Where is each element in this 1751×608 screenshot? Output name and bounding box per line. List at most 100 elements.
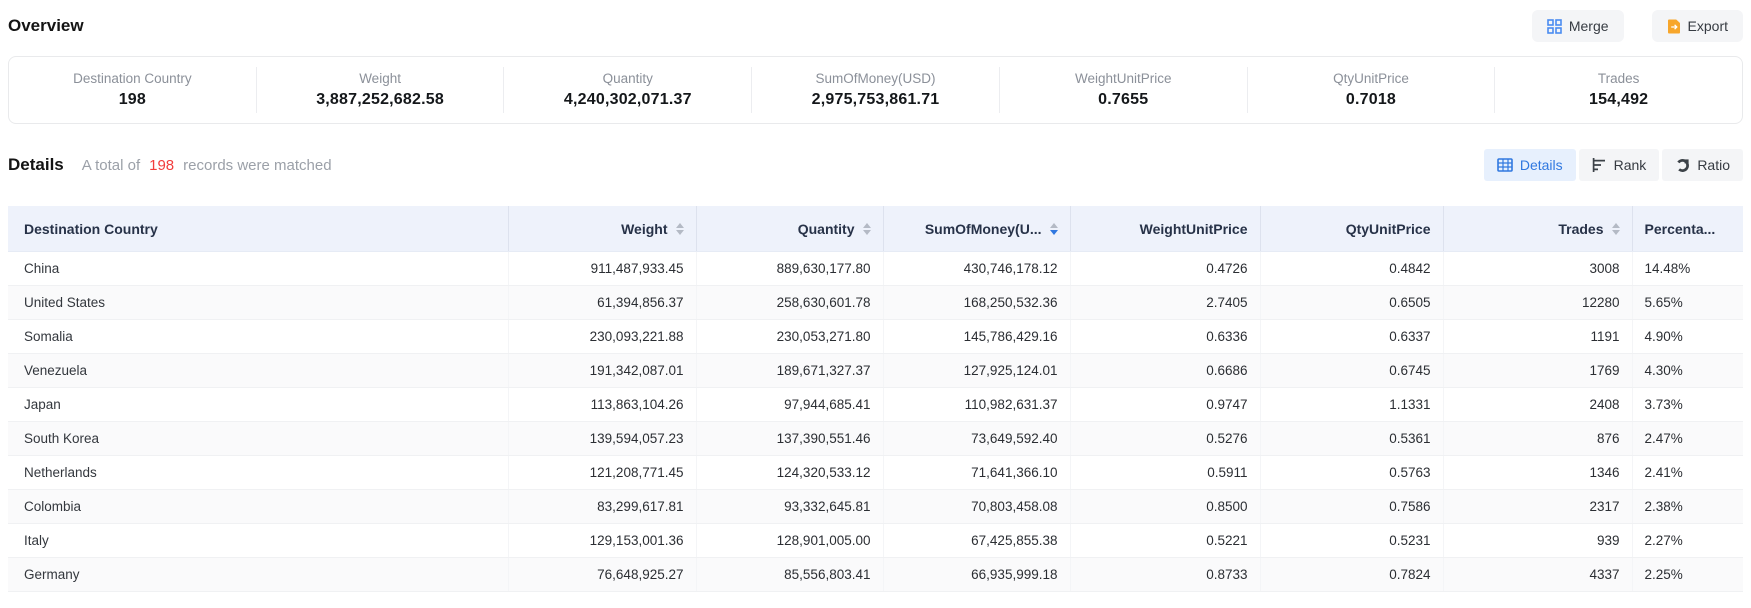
merge-button[interactable]: Merge xyxy=(1532,10,1624,42)
data-cell-quantity: 137,390,551.46 xyxy=(696,422,883,456)
data-cell-qtyunitprice: 0.6337 xyxy=(1260,320,1443,354)
data-cell-percenta: 2.41% xyxy=(1632,456,1743,490)
view-switcher: Details Rank Ratio xyxy=(1484,149,1743,181)
sort-carets-icon xyxy=(863,223,871,235)
stat-value: 0.7655 xyxy=(1098,91,1148,109)
column-label: Quantity xyxy=(798,221,855,237)
data-cell-weightunitprice: 0.6686 xyxy=(1070,354,1260,388)
export-button-label: Export xyxy=(1688,18,1728,34)
match-summary: A total of 198 records were matched xyxy=(82,157,332,174)
data-cell-percenta: 2.47% xyxy=(1632,422,1743,456)
country-cell: United States xyxy=(8,286,508,320)
stat-label: SumOfMoney(USD) xyxy=(816,71,936,86)
data-cell-weight: 113,863,104.26 xyxy=(508,388,696,422)
data-cell-weight: 76,648,925.27 xyxy=(508,558,696,592)
data-cell-trades: 1346 xyxy=(1443,456,1632,490)
data-cell-quantity: 97,944,685.41 xyxy=(696,388,883,422)
pie-chart-icon xyxy=(1675,158,1690,173)
column-label: WeightUnitPrice xyxy=(1140,221,1248,237)
data-cell-percenta: 4.30% xyxy=(1632,354,1743,388)
data-cell-sumofmoney-u: 67,425,855.38 xyxy=(883,524,1070,558)
data-cell-weight: 121,208,771.45 xyxy=(508,456,696,490)
data-cell-percenta: 2.27% xyxy=(1632,524,1743,558)
table-grid-icon xyxy=(1497,158,1513,172)
data-cell-qtyunitprice: 0.6745 xyxy=(1260,354,1443,388)
table-row-china: China911,487,933.45889,630,177.80430,746… xyxy=(8,252,1743,286)
table-header-row: Destination Country Weight Quantity SumOfMo… xyxy=(8,206,1743,252)
export-button[interactable]: Export xyxy=(1652,10,1743,42)
stat-label: QtyUnitPrice xyxy=(1333,71,1409,86)
data-cell-percenta: 3.73% xyxy=(1632,388,1743,422)
data-cell-weight: 83,299,617.81 xyxy=(508,490,696,524)
data-cell-percenta: 2.25% xyxy=(1632,558,1743,592)
column-header-sumofmoney-u[interactable]: SumOfMoney(U... xyxy=(883,206,1070,252)
tab-ratio-label: Ratio xyxy=(1697,157,1730,173)
table-row-south-korea: South Korea139,594,057.23137,390,551.467… xyxy=(8,422,1743,456)
data-cell-trades: 939 xyxy=(1443,524,1632,558)
data-cell-weightunitprice: 2.7405 xyxy=(1070,286,1260,320)
data-cell-qtyunitprice: 0.5231 xyxy=(1260,524,1443,558)
data-cell-sumofmoney-u: 70,803,458.08 xyxy=(883,490,1070,524)
data-cell-weightunitprice: 0.5911 xyxy=(1070,456,1260,490)
summary-prefix: A total of xyxy=(82,157,140,174)
data-cell-sumofmoney-u: 145,786,429.16 xyxy=(883,320,1070,354)
ranking-bars-icon xyxy=(1592,158,1607,172)
column-header-percenta: Percenta... xyxy=(1632,206,1743,252)
tab-ratio[interactable]: Ratio xyxy=(1662,149,1743,181)
country-cell: Colombia xyxy=(8,490,508,524)
data-cell-qtyunitprice: 1.1331 xyxy=(1260,388,1443,422)
column-header-weight[interactable]: Weight xyxy=(508,206,696,252)
column-header-qtyunitprice: QtyUnitPrice xyxy=(1260,206,1443,252)
overview-stats-card: Destination Country198Weight3,887,252,68… xyxy=(8,56,1743,124)
table-row-united-states: United States61,394,856.37258,630,601.78… xyxy=(8,286,1743,320)
table-row-germany: Germany76,648,925.2785,556,803.4166,935,… xyxy=(8,558,1743,592)
stat-sumofmoney-usd: SumOfMoney(USD) 2,975,753,861.71 xyxy=(752,67,1000,113)
data-cell-percenta: 2.38% xyxy=(1632,490,1743,524)
data-cell-sumofmoney-u: 430,746,178.12 xyxy=(883,252,1070,286)
page: Overview Merge Export Destination Countr… xyxy=(0,8,1751,592)
data-cell-sumofmoney-u: 71,641,366.10 xyxy=(883,456,1070,490)
data-cell-percenta: 5.65% xyxy=(1632,286,1743,320)
data-cell-sumofmoney-u: 73,649,592.40 xyxy=(883,422,1070,456)
tab-rank[interactable]: Rank xyxy=(1579,149,1660,181)
data-cell-weightunitprice: 0.6336 xyxy=(1070,320,1260,354)
sort-carets-icon xyxy=(1612,223,1620,235)
column-header-trades[interactable]: Trades xyxy=(1443,206,1632,252)
data-cell-quantity: 124,320,533.12 xyxy=(696,456,883,490)
data-cell-qtyunitprice: 0.6505 xyxy=(1260,286,1443,320)
table-row-netherlands: Netherlands121,208,771.45124,320,533.127… xyxy=(8,456,1743,490)
data-cell-weight: 230,093,221.88 xyxy=(508,320,696,354)
table-row-somalia: Somalia230,093,221.88230,053,271.80145,7… xyxy=(8,320,1743,354)
column-header-quantity[interactable]: Quantity xyxy=(696,206,883,252)
stat-value: 198 xyxy=(119,91,146,109)
stat-value: 3,887,252,682.58 xyxy=(316,91,444,109)
merge-button-label: Merge xyxy=(1569,18,1609,34)
data-cell-trades: 1191 xyxy=(1443,320,1632,354)
data-cell-qtyunitprice: 0.7586 xyxy=(1260,490,1443,524)
data-cell-quantity: 189,671,327.37 xyxy=(696,354,883,388)
country-cell: Somalia xyxy=(8,320,508,354)
data-cell-trades: 12280 xyxy=(1443,286,1632,320)
tab-details[interactable]: Details xyxy=(1484,149,1576,181)
table-row-colombia: Colombia83,299,617.8193,332,645.8170,803… xyxy=(8,490,1743,524)
stat-weight: Weight3,887,252,682.58 xyxy=(257,67,505,113)
column-label: Destination Country xyxy=(24,221,158,237)
table-row-venezuela: Venezuela191,342,087.01189,671,327.37127… xyxy=(8,354,1743,388)
data-cell-sumofmoney-u: 66,935,999.18 xyxy=(883,558,1070,592)
column-label: SumOfMoney(U... xyxy=(925,221,1042,237)
stat-qtyunitprice: QtyUnitPrice0.7018 xyxy=(1248,67,1496,113)
data-cell-weightunitprice: 0.5276 xyxy=(1070,422,1260,456)
column-label: Percenta... xyxy=(1645,221,1716,237)
country-cell: Venezuela xyxy=(8,354,508,388)
data-cell-qtyunitprice: 0.7824 xyxy=(1260,558,1443,592)
country-cell: Netherlands xyxy=(8,456,508,490)
stat-label: WeightUnitPrice xyxy=(1075,71,1172,86)
data-cell-weight: 139,594,057.23 xyxy=(508,422,696,456)
stat-value: 154,492 xyxy=(1589,91,1648,109)
country-cell: South Korea xyxy=(8,422,508,456)
summary-suffix: records were matched xyxy=(183,157,331,174)
table-row-japan: Japan113,863,104.2697,944,685.41110,982,… xyxy=(8,388,1743,422)
record-count: 198 xyxy=(149,157,174,174)
tab-rank-label: Rank xyxy=(1614,157,1647,173)
stat-value: 2,975,753,861.71 xyxy=(812,91,940,109)
